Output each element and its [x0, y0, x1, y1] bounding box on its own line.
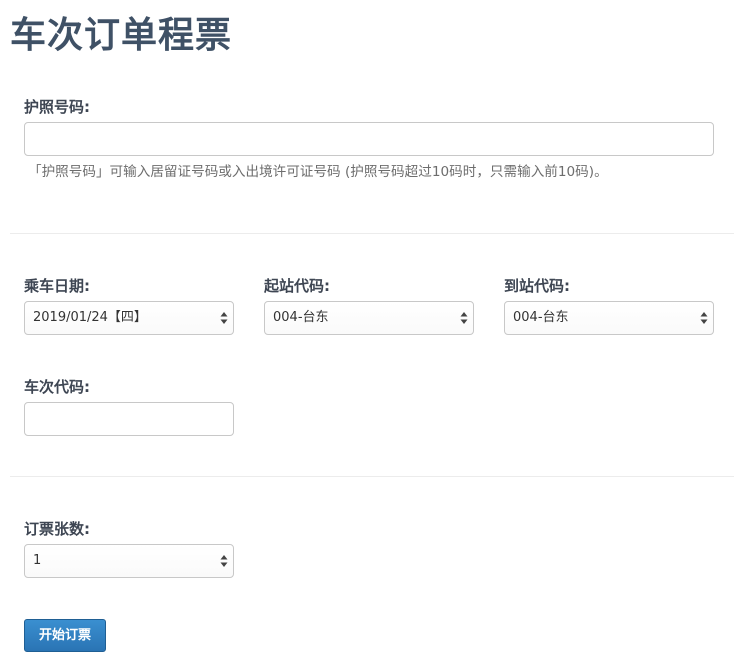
section-divider [10, 476, 734, 477]
passport-label: 护照号码: [24, 98, 90, 116]
select-arrows-icon [219, 554, 229, 568]
passport-help-text: 「护照号码」可输入居留证号码或入出境许可证号码 (护照号码超过10码时，只需输入… [28, 164, 608, 180]
to-station-select[interactable]: 004-台东 [504, 301, 714, 335]
from-station-value: 004-台东 [273, 310, 329, 325]
date-label: 乘车日期: [24, 277, 90, 295]
ticket-count-select[interactable]: 1 [24, 544, 234, 578]
ticket-count-label: 订票张数: [24, 520, 90, 538]
date-select-value: 2019/01/24【四】 [33, 310, 147, 325]
page-title: 车次订单程票 [10, 15, 233, 56]
select-arrows-icon [219, 311, 229, 325]
train-number-label: 车次代码: [24, 378, 90, 396]
train-number-input[interactable] [24, 402, 234, 436]
select-arrows-icon [699, 311, 709, 325]
to-station-value: 004-台东 [513, 310, 569, 325]
ticket-count-value: 1 [33, 553, 42, 568]
from-station-select[interactable]: 004-台东 [264, 301, 474, 335]
passport-input[interactable] [24, 122, 714, 156]
date-select[interactable]: 2019/01/24【四】 [24, 301, 234, 335]
to-station-label: 到站代码: [504, 277, 570, 295]
start-booking-button[interactable]: 开始订票 [24, 619, 106, 652]
section-divider [10, 233, 734, 234]
booking-page: 车次订单程票 护照号码: 「护照号码」可输入居留证号码或入出境许可证号码 (护照… [0, 0, 734, 664]
select-arrows-icon [459, 311, 469, 325]
from-station-label: 起站代码: [264, 277, 330, 295]
